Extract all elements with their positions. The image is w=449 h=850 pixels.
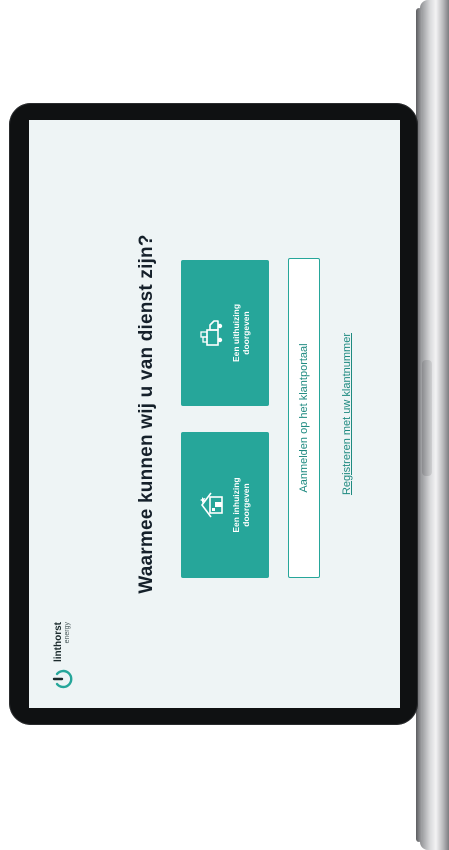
laptop-screen: linthorst energy Waarmee kunnen wij u va… xyxy=(29,120,400,708)
move-in-label-line2: doorgeven xyxy=(241,483,251,527)
move-out-label-line1: Een uithuizing xyxy=(230,303,241,363)
move-out-label-line2: doorgeven xyxy=(241,311,251,355)
move-out-button[interactable]: Een uithuizing doorgeven xyxy=(181,260,269,406)
power-logo-icon xyxy=(52,669,73,689)
login-button[interactable]: Aanmelden op het klantportaal xyxy=(288,258,320,578)
brand-subtitle: energy xyxy=(63,622,71,644)
move-in-button[interactable]: Een inhuizing doorgeven xyxy=(181,432,269,578)
house-icon xyxy=(199,492,223,518)
move-in-label-line1: Een inhuizing xyxy=(230,477,241,533)
brand-logo[interactable]: linthorst energy xyxy=(51,622,73,690)
laptop-notch xyxy=(422,360,432,476)
register-link[interactable]: Registreren met uw klantnummer xyxy=(341,120,353,708)
moving-truck-icon xyxy=(200,320,223,346)
screen-content: linthorst energy Waarmee kunnen wij u va… xyxy=(29,120,400,708)
page-title: Waarmee kunnen wij u van dienst zijn? xyxy=(136,234,157,594)
brand-name: linthorst xyxy=(52,622,64,662)
